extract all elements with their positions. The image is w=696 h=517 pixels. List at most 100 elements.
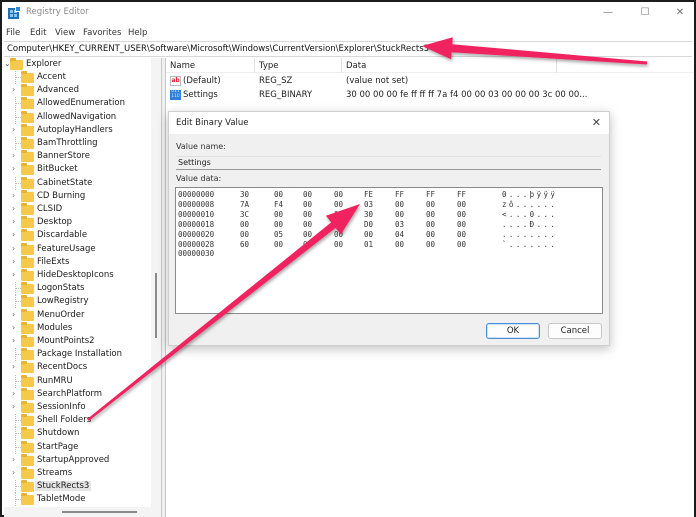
column-divider[interactable] [556,58,557,73]
address-bar[interactable]: Computer\HKEY_CURRENT_USER\Software\Micr… [4,41,692,57]
hex-byte[interactable]: FF [457,190,466,199]
tree-item[interactable]: › MountPoints2 [4,335,152,348]
tree-item[interactable]: › CLSID [4,203,152,216]
column-header-type[interactable]: Type [259,61,279,71]
hex-byte[interactable]: 01 [364,240,373,249]
ok-button[interactable]: OK [486,323,540,339]
hex-byte[interactable]: 00 [274,190,283,199]
tree-item[interactable]: LogonStats [4,282,152,296]
hex-byte[interactable]: 00 [334,220,343,229]
tree-item[interactable]: StartPage [4,440,152,454]
menu-edit[interactable]: Edit [30,28,46,38]
hex-byte[interactable]: 00 [426,230,435,239]
menu-help[interactable]: Help [128,28,147,38]
hex-row[interactable]: 00000030 [178,249,598,259]
expand-chevron-icon[interactable]: › [12,151,18,160]
hex-byte[interactable]: 00 [426,200,435,209]
hex-byte[interactable]: 04 [395,230,404,239]
hex-byte[interactable]: 30 [240,190,249,199]
tree-item[interactable]: CabinetState [4,176,152,190]
hex-byte[interactable]: 7A [240,200,249,209]
expand-chevron-icon[interactable]: › [12,468,18,477]
menu-favorites[interactable]: Favorites [83,28,121,38]
list-row-settings[interactable]: 011 110 Settings REG_BINARY 30 00 00 00 f… [166,89,694,102]
expand-chevron-icon[interactable]: › [12,217,18,226]
expand-chevron-icon[interactable]: › [12,85,18,94]
tree-item[interactable]: › Modules [4,321,152,335]
hex-byte[interactable]: 00 [395,200,404,209]
tree-item[interactable]: RunMRU [4,374,152,388]
tree-horizontal-scrollbar[interactable] [4,507,161,517]
hex-byte[interactable]: 00 [457,200,466,209]
expand-chevron-icon[interactable]: › [12,164,18,173]
hex-byte[interactable]: 00 [457,210,466,219]
expand-chevron-icon[interactable]: › [12,362,18,371]
column-divider[interactable] [254,58,255,73]
hex-byte[interactable]: 00 [457,240,466,249]
expand-chevron-icon[interactable]: › [12,402,18,411]
hex-byte[interactable]: 00 [274,220,283,229]
expand-chevron-icon[interactable]: › [12,257,18,266]
hex-byte[interactable]: 00 [274,210,283,219]
tree-item[interactable]: › FeatureUsage [4,242,152,256]
hex-byte[interactable]: 00 [426,220,435,229]
tree-item[interactable]: › StartupApproved [4,453,152,467]
menu-file[interactable]: File [6,28,20,38]
hex-row[interactable]: 00000020 00 05 00 00 00 04 00 00........ [178,230,598,240]
tree-item[interactable]: › RecentDocs [4,361,152,374]
close-button[interactable]: ✕ [666,5,694,21]
hex-byte[interactable]: 00 [334,200,343,209]
tree-item[interactable]: › Advanced [4,84,152,97]
value-data-hex-editor[interactable]: 00000000 30 00 00 00 FE FF FF FF 0...þÿÿÿ 00000008… [175,187,603,314]
list-row-default[interactable]: ab (Default) REG_SZ (value not set) [166,75,694,88]
tree-item[interactable]: BamThrottling [4,137,152,150]
hex-row[interactable]: 00000028 60 00 00 00 01 00 00 00 `....... [178,240,598,250]
expand-chevron-icon[interactable]: › [12,125,18,134]
address-path[interactable]: Computer\HKEY_CURRENT_USER\Software\Micr… [7,44,429,54]
maximize-button[interactable]: ☐ [631,5,659,21]
hex-row[interactable]: 00000000 30 00 00 00 FE FF FF FF 0...þÿÿÿ [178,190,598,200]
hex-byte[interactable]: FE [364,190,373,199]
tree-item[interactable]: › BannerStore [4,150,152,163]
hex-byte[interactable]: FF [395,190,404,199]
hex-byte[interactable]: 00 [240,230,249,239]
hex-byte[interactable]: 00 [395,210,404,219]
hex-byte[interactable]: 00 [364,230,373,239]
hex-byte[interactable]: 00 [334,230,343,239]
expand-chevron-icon[interactable]: › [12,389,18,398]
tree-item[interactable]: LowRegistry [4,295,152,309]
hex-byte[interactable]: 60 [240,240,249,249]
expand-chevron-icon[interactable]: › [12,230,18,239]
hex-byte[interactable]: 00 [334,210,343,219]
tree-item[interactable]: › BitBucket [4,163,152,176]
column-header-data[interactable]: Data [346,61,366,71]
hex-byte[interactable]: F4 [274,200,283,209]
hex-byte[interactable]: 00 [426,210,435,219]
hex-byte[interactable]: 05 [274,230,283,239]
tree-item[interactable]: TabletMode [4,493,152,507]
hex-row[interactable]: 00000010 3C 00 00 00 30 00 00 00 <...0... [178,210,598,220]
tree-item[interactable]: Package Installation [4,348,152,362]
hex-byte[interactable]: 00 [334,240,343,249]
expand-chevron-icon[interactable]: › [12,310,18,319]
hex-byte[interactable]: D0 [364,220,373,229]
hex-row[interactable]: 00000018 00 00 00 00 D0 03 00 00 ....Ð... [178,220,598,230]
expand-chevron-icon[interactable]: › [12,191,18,200]
hex-row[interactable]: 00000008 7A F4 00 00 03 00 00 00 zô...... [178,200,598,210]
tree-item[interactable]: Shutdown [4,427,152,441]
hex-byte[interactable]: 00 [303,200,312,209]
hex-byte[interactable]: 30 [364,210,373,219]
tree-item[interactable]: › AutoplayHandlers [4,123,152,137]
column-divider[interactable] [341,58,342,73]
hex-byte[interactable]: 00 [303,220,312,229]
tree-item[interactable]: › SearchPlatform [4,387,152,401]
hex-byte[interactable]: 00 [457,230,466,239]
tree-item[interactable]: › SessionInfo [4,401,152,414]
tree-item[interactable]: Accent [4,71,152,84]
tree-item[interactable]: › CD Burning [4,189,152,203]
expand-chevron-icon[interactable]: › [12,323,18,332]
scrollbar-thumb[interactable] [155,273,157,338]
expand-chevron-icon[interactable]: › [12,204,18,213]
tree-item[interactable]: › FileExts [4,255,152,269]
hex-byte[interactable]: 00 [274,240,283,249]
